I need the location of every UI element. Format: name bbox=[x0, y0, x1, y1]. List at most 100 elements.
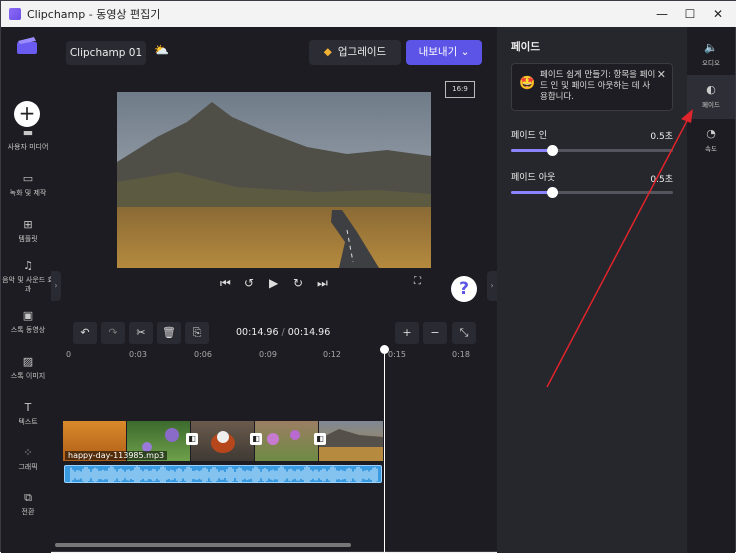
video-clip[interactable] bbox=[191, 421, 254, 461]
forward-5s-icon[interactable]: ↻ bbox=[293, 276, 303, 290]
video-preview bbox=[117, 92, 431, 268]
diamond-icon: ◆ bbox=[323, 46, 332, 58]
add-media-button[interactable]: + bbox=[14, 101, 40, 127]
fade-in-slider-fill bbox=[511, 149, 552, 152]
fade-out-label: 페이드 아웃 bbox=[511, 173, 556, 183]
redo-icon[interactable]: ↷ bbox=[101, 322, 125, 344]
zoom-in-icon[interactable]: + bbox=[395, 322, 419, 344]
timeline-toolbar: ↶ ↷ ✂ 🗑 ⎘ 00:14.96 / 00:14.96 + − ⤡ bbox=[51, 321, 497, 347]
help-button[interactable]: ? bbox=[451, 276, 477, 302]
transition-icon[interactable]: ◧ bbox=[186, 433, 198, 445]
emoji-icon: 🤩 bbox=[519, 76, 536, 91]
collapse-right-panel-button[interactable]: › bbox=[487, 271, 497, 301]
text-icon: T bbox=[24, 401, 32, 414]
ruler-tick: 0:06 bbox=[194, 350, 212, 359]
timecode: 00:14.96 / 00:14.96 bbox=[236, 327, 331, 338]
timeline-scrollbar[interactable] bbox=[55, 543, 351, 547]
minimize-button[interactable]: — bbox=[647, 1, 677, 27]
fade-in-label: 페이드 인 bbox=[511, 131, 547, 141]
rail-item-your-media[interactable]: ▬ 사용자 미디어 bbox=[1, 127, 55, 152]
window-title: Clipchamp - 동영상 편집기 bbox=[27, 8, 161, 21]
transition-icon[interactable]: ◧ bbox=[250, 433, 262, 445]
rail-item-graphics[interactable]: ⁘ 그래픽 bbox=[1, 447, 55, 472]
project-name-field[interactable]: Clipchamp 01 bbox=[66, 41, 146, 65]
close-button[interactable]: ✕ bbox=[703, 1, 733, 27]
fade-out-slider[interactable] bbox=[511, 187, 673, 198]
prop-tab-fade[interactable]: ◐ 페이드 bbox=[687, 75, 735, 119]
maximize-button[interactable]: ☐ bbox=[675, 1, 705, 27]
fade-icon: ◐ bbox=[706, 83, 716, 96]
audio-waveform bbox=[70, 466, 378, 482]
transition-icon[interactable]: ◧ bbox=[314, 433, 326, 445]
skip-back-icon[interactable]: ⏮ bbox=[220, 276, 231, 291]
ruler-tick: 0:09 bbox=[259, 350, 277, 359]
fade-tip-box: 🤩 페이드 쉽게 만들기: 항목을 페이드 인 및 페이드 아웃하는 데 사용합… bbox=[511, 63, 673, 111]
aspect-ratio-button[interactable]: 16:9 bbox=[445, 81, 475, 98]
fit-timeline-icon[interactable]: ⤡ bbox=[452, 322, 476, 344]
video-clip[interactable] bbox=[255, 421, 318, 461]
audio-clip-label: happy-day-113985.mp3 bbox=[65, 451, 168, 460]
folder-icon: ▬ bbox=[22, 126, 34, 139]
rail-item-transitions[interactable]: ⧉ 전환 bbox=[1, 492, 55, 517]
record-icon: ▭ bbox=[22, 172, 34, 185]
rail-item-text[interactable]: T 텍스트 bbox=[1, 402, 55, 427]
speaker-icon: 🔈 bbox=[704, 41, 718, 54]
fullscreen-icon[interactable]: ⛶ bbox=[414, 276, 421, 287]
editor-top-bar: Clipchamp 01 ⛅ ◆ 업그레이드 내보내기 ⌄ bbox=[51, 27, 497, 79]
delete-trash-icon[interactable]: 🗑 bbox=[157, 322, 181, 344]
title-bar: Clipchamp - 동영상 편집기 — ☐ ✕ bbox=[1, 1, 736, 27]
ruler-tick: 0:18 bbox=[452, 350, 470, 359]
speedometer-icon: ◔ bbox=[706, 127, 716, 140]
fade-out-value: 0.5초 bbox=[650, 175, 673, 185]
properties-rail: 🔈 오디오 ◐ 페이드 ◔ 속도 bbox=[687, 27, 735, 553]
graphics-icon: ⁘ bbox=[23, 446, 33, 459]
fade-panel: 페이드 🤩 페이드 쉽게 만들기: 항목을 페이드 인 및 페이드 아웃하는 데… bbox=[497, 27, 687, 553]
rail-item-stock-video[interactable]: ▣ 스톡 동영상 bbox=[1, 310, 55, 335]
fade-in-slider[interactable] bbox=[511, 145, 673, 156]
ruler-tick: 0:12 bbox=[323, 350, 341, 359]
film-icon: ▣ bbox=[22, 309, 34, 322]
rail-item-music-sfx[interactable]: ♫ 음악 및 사운드 효과 bbox=[1, 260, 55, 294]
close-icon[interactable]: ✕ bbox=[657, 68, 666, 81]
playback-controls: ⏮ ↺ ▶ ↻ ⏭ ⛶ bbox=[51, 271, 487, 297]
music-icon: ♫ bbox=[23, 259, 33, 272]
rewind-5s-icon[interactable]: ↺ bbox=[244, 276, 254, 290]
panel-title: 페이드 bbox=[511, 41, 540, 53]
rail-item-templates[interactable]: ⊞ 템플릿 bbox=[1, 219, 55, 244]
fade-in-value: 0.5초 bbox=[650, 132, 673, 142]
upgrade-button[interactable]: ◆ 업그레이드 bbox=[309, 40, 401, 65]
transition-icon: ⧉ bbox=[24, 491, 32, 504]
clipchamp-logo-icon bbox=[17, 37, 37, 54]
app-window: Clipchamp - 동영상 편집기 — ☐ ✕ + ▬ 사용자 미디어 ▭ … bbox=[0, 0, 736, 553]
rail-item-stock-images[interactable]: ▨ 스톡 이미지 bbox=[1, 356, 55, 381]
image-icon: ▨ bbox=[22, 355, 34, 368]
cloud-sync-off-icon[interactable]: ⛅ bbox=[154, 43, 169, 57]
ruler-tick: 0:15 bbox=[388, 350, 406, 359]
zoom-out-icon[interactable]: − bbox=[423, 322, 447, 344]
landscape-preview-image bbox=[117, 92, 431, 268]
prop-tab-audio[interactable]: 🔈 오디오 bbox=[687, 35, 735, 75]
undo-icon[interactable]: ↶ bbox=[73, 322, 97, 344]
prop-tab-speed[interactable]: ◔ 속도 bbox=[687, 123, 735, 163]
audio-clip[interactable] bbox=[64, 465, 382, 483]
rail-item-record-create[interactable]: ▭ 녹화 및 제작 bbox=[1, 173, 55, 198]
tip-text: 페이드 쉽게 만들기: 항목을 페이드 인 및 페이드 아웃하는 데 사용합니다… bbox=[540, 70, 656, 102]
timeline-ruler[interactable]: 0 0:03 0:06 0:09 0:12 0:15 0:18 bbox=[51, 347, 497, 365]
ruler-tick: 0 bbox=[66, 350, 72, 359]
export-button[interactable]: 내보내기 ⌄ bbox=[406, 40, 482, 65]
left-rail: + ▬ 사용자 미디어 ▭ 녹화 및 제작 ⊞ 템플릿 ♫ 음악 및 사운드 효… bbox=[1, 27, 54, 553]
fade-out-slider-fill bbox=[511, 191, 552, 194]
playhead[interactable] bbox=[384, 347, 385, 553]
playhead-handle[interactable] bbox=[380, 345, 389, 354]
chevron-down-icon: ⌄ bbox=[460, 46, 470, 58]
split-scissors-icon[interactable]: ✂ bbox=[129, 322, 153, 344]
fade-in-slider-thumb[interactable] bbox=[546, 145, 558, 156]
template-icon: ⊞ bbox=[23, 218, 33, 231]
video-clip[interactable] bbox=[319, 421, 383, 461]
fade-out-slider-thumb[interactable] bbox=[546, 187, 558, 198]
ruler-tick: 0:03 bbox=[129, 350, 147, 359]
play-icon[interactable]: ▶ bbox=[269, 276, 278, 290]
skip-forward-icon[interactable]: ⏭ bbox=[317, 276, 328, 291]
clipchamp-app-icon bbox=[9, 8, 21, 20]
detach-audio-icon[interactable]: ⎘ bbox=[185, 322, 209, 344]
